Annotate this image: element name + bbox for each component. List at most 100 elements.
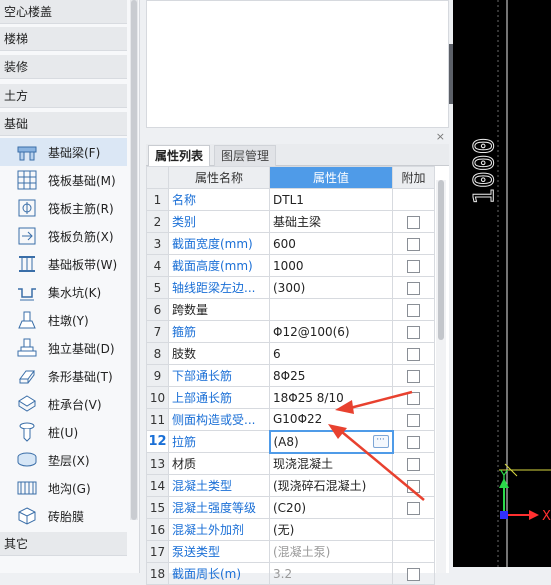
category-hollow-floor[interactable]: 空心楼盖 [0,0,127,24]
property-value[interactable]: (300) [269,276,393,299]
property-value[interactable]: (无) [269,518,393,541]
more-options-button[interactable]: ··· [372,434,389,448]
property-value[interactable]: (现浇碎石混凝土) [269,474,393,497]
extra-checkbox[interactable] [407,237,420,251]
property-value[interactable]: 3.2 [269,562,393,585]
property-value[interactable]: DTL1 [269,188,393,211]
row-number: 13 [146,452,169,475]
sidebar-item-column-pier[interactable]: 柱墩(Y) [0,306,127,334]
sidebar-item-raft-main-rebar[interactable]: 筏板主筋(R) [0,194,127,222]
table-row[interactable]: 11 侧面构造或受... G10Φ22 [146,408,435,431]
property-value[interactable]: 600 [269,232,393,255]
property-value[interactable]: 基础主梁 [269,210,393,233]
property-value[interactable]: 1000 [269,254,393,277]
tab-property-list[interactable]: 属性列表 [148,145,211,166]
sidebar-item-pile[interactable]: 桩(U) [0,418,127,446]
extra-cell [392,518,435,541]
row-number: 14 [146,474,169,497]
drawing-canvas[interactable]: 1000 Y X [453,0,551,567]
scrollbar-thumb[interactable] [131,0,137,520]
property-value-text: Φ12@100(6) [273,324,350,339]
row-number: 10 [146,386,169,409]
extra-checkbox[interactable] [407,501,420,515]
sidebar-item-foundation-slab-strip[interactable]: 基础板带(W) [0,250,127,278]
property-name: 肢数 [168,342,270,365]
table-row[interactable]: 17 泵送类型 (混凝土泵) [146,540,435,563]
property-value[interactable]: (C20) [269,496,393,519]
extra-checkbox[interactable] [407,259,420,273]
table-row[interactable]: 9 下部通长筋 8Φ25 [146,364,435,387]
extra-checkbox[interactable] [407,391,420,405]
sidebar-item-brick-mold[interactable]: 砖胎膜 [0,502,127,530]
property-value[interactable]: Φ12@100(6) [269,320,393,343]
category-foundation[interactable]: 基础 [0,112,127,136]
sidebar-item-sump-pit[interactable]: 集水坑(K) [0,278,127,306]
extra-checkbox[interactable] [407,369,420,383]
axis-x-label: X [542,509,551,524]
category-label: 土方 [4,89,29,103]
property-value[interactable]: G10Φ22 [269,408,393,431]
category-other[interactable]: 其它 [0,532,127,556]
table-row[interactable]: 18 截面周长(m) 3.2 [146,562,435,585]
table-row[interactable]: 12 拉筋 (A8) ··· [146,429,435,454]
property-value[interactable]: (混凝土泵) [269,540,393,563]
grid-scrollbar[interactable] [436,180,446,573]
property-value[interactable] [269,298,393,321]
property-value[interactable]: 6 [269,342,393,365]
table-row[interactable]: 5 轴线距梁左边... (300) [146,276,435,299]
property-value[interactable]: 8Φ25 [269,364,393,387]
extra-checkbox[interactable] [407,303,420,317]
table-row[interactable]: 2 类别 基础主梁 [146,210,435,233]
table-row[interactable]: 16 混凝土外加剂 (无) [146,518,435,541]
table-row[interactable]: 14 混凝土类型 (现浇碎石混凝土) [146,474,435,497]
sidebar-item-strip-foundation[interactable]: 条形基础(T) [0,362,127,390]
table-row[interactable]: 6 跨数量 [146,298,435,321]
extra-checkbox[interactable] [407,479,420,493]
extra-checkbox[interactable] [407,413,420,427]
status-strip [453,567,551,573]
table-row[interactable]: 8 肢数 6 [146,342,435,365]
sidebar-item-trench[interactable]: 地沟(G) [0,474,127,502]
table-row[interactable]: 7 箍筋 Φ12@100(6) [146,320,435,343]
sidebar-scrollbar[interactable] [130,0,138,520]
property-value[interactable]: 现浇混凝土 [269,452,393,475]
table-row[interactable]: 10 上部通长筋 18Φ25 8/10 [146,386,435,409]
table-row[interactable]: 1 名称 DTL1 [146,188,435,211]
property-value-text: 基础主梁 [273,215,322,229]
category-earthwork[interactable]: 土方 [0,84,127,108]
scrollbar-thumb[interactable] [438,180,444,340]
table-row[interactable]: 15 混凝土强度等级 (C20) [146,496,435,519]
extra-checkbox[interactable] [407,347,420,361]
extra-cell [392,188,435,211]
category-decoration[interactable]: 装修 [0,55,127,79]
table-row[interactable]: 3 截面宽度(mm) 600 [146,232,435,255]
extra-checkbox[interactable] [407,325,420,339]
property-value[interactable]: 18Φ25 8/10 [269,386,393,409]
canvas-drawing: 1000 Y X [467,0,551,567]
category-stairs[interactable]: 楼梯 [0,27,127,51]
sidebar-item-raft-foundation[interactable]: 筏板基础(M) [0,166,127,194]
property-value[interactable]: (A8) ··· [268,429,394,454]
sidebar-item-foundation-beam[interactable]: 基础梁(F) [0,138,127,166]
sidebar-item-label: 柱墩(Y) [48,313,89,328]
property-name: 上部通长筋 [168,386,270,409]
extra-cell [392,210,435,233]
table-row[interactable]: 13 材质 现浇混凝土 [146,452,435,475]
extra-checkbox[interactable] [407,435,421,449]
sidebar-item-isolated-foundation[interactable]: 独立基础(D) [0,334,127,362]
sidebar-item-cushion-layer[interactable]: 垫层(X) [0,446,127,474]
extra-checkbox[interactable] [407,281,420,295]
sidebar-item-pile-cap[interactable]: 桩承台(V) [0,390,127,418]
extra-checkbox[interactable] [407,567,420,581]
category-label: 楼梯 [4,32,29,46]
property-value-text: (A8) [273,434,299,449]
tab-layer-management[interactable]: 图层管理 [214,145,277,166]
table-row[interactable]: 4 截面高度(mm) 1000 [146,254,435,277]
extra-checkbox[interactable] [407,215,420,229]
close-icon[interactable]: × [436,130,445,143]
sidebar-item-raft-negative-rebar[interactable]: 筏板负筋(X) [0,222,127,250]
sidebar-item-label: 砖胎膜 [48,509,85,524]
extra-cell [392,386,435,409]
extra-checkbox[interactable] [407,457,420,471]
property-value-text: (无) [273,523,295,537]
